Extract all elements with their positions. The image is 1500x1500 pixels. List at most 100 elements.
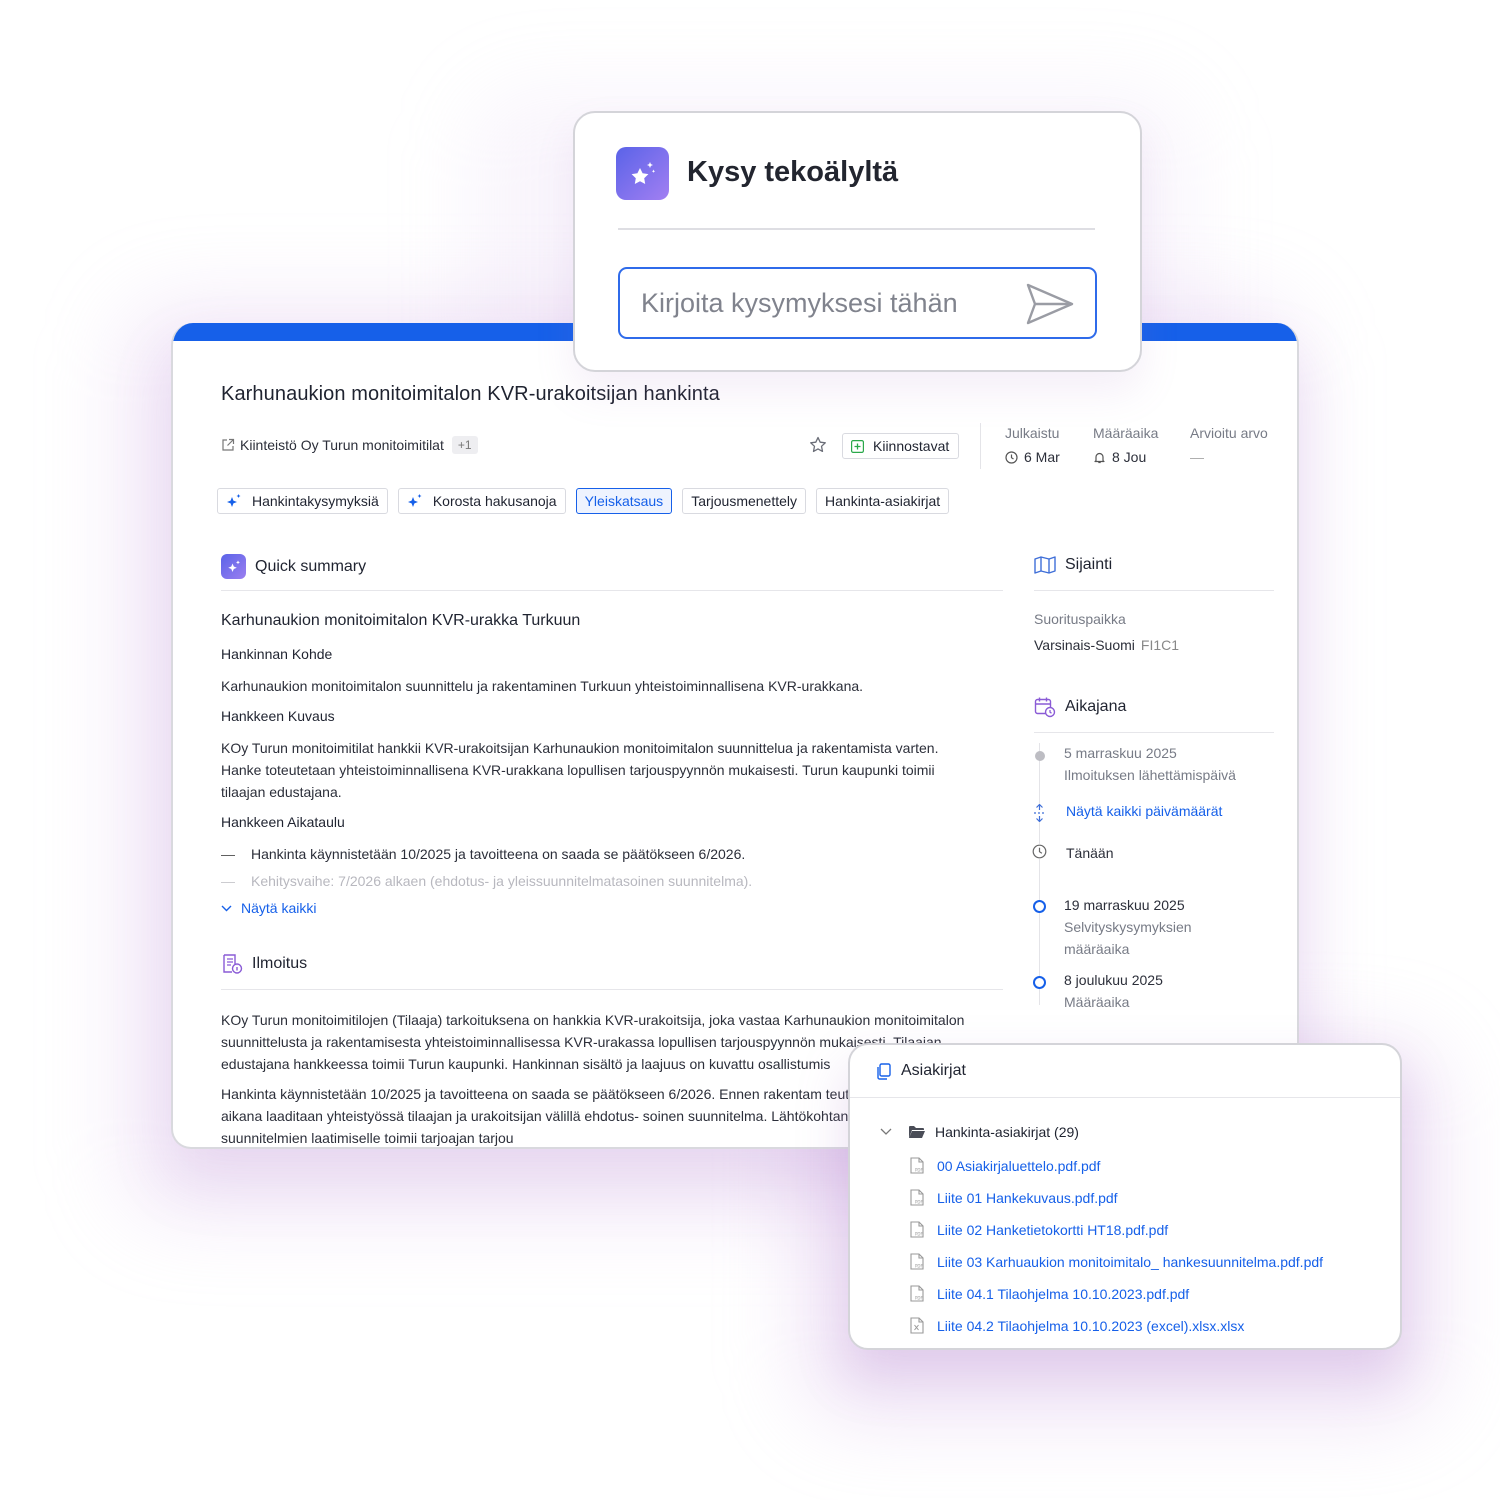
place-value: Varsinais-Suomi FI1C1 bbox=[1034, 637, 1179, 653]
timeline-ring bbox=[1033, 976, 1046, 989]
folder-open-icon bbox=[909, 1126, 925, 1138]
tab-bar: Hankintakysymyksiä Korosta hakusanoja Yl… bbox=[217, 488, 950, 514]
document-item[interactable]: PDF Liite 01 Hankekuvaus.pdf.pdf bbox=[910, 1189, 1118, 1206]
sparkle-icon bbox=[407, 494, 422, 507]
quick-summary-title: Quick summary bbox=[255, 557, 367, 575]
timeline-item: 5 marraskuu 2025 Ilmoituksen lähettämisp… bbox=[1064, 742, 1236, 786]
timeline-date: 8 joulukuu 2025 bbox=[1064, 972, 1163, 988]
estimated-value-label: Arvioitu arvo bbox=[1190, 425, 1268, 441]
ask-ai-input-box bbox=[618, 267, 1097, 339]
section-divider bbox=[221, 590, 1003, 591]
clock-icon bbox=[1005, 450, 1018, 464]
deadline-value: 8 Jou bbox=[1112, 449, 1147, 465]
buyer-link[interactable]: Kiinteistö Oy Turun monitoimitilat +1 bbox=[221, 436, 478, 454]
expand-vertical-icon bbox=[1033, 804, 1046, 822]
interesting-label: Kiinnostavat bbox=[873, 438, 950, 454]
timeline-date: 5 marraskuu 2025 bbox=[1064, 745, 1177, 761]
ask-ai-input[interactable] bbox=[641, 287, 1011, 319]
timeline-item: 19 marraskuu 2025 Selvityskysymyksien mä… bbox=[1064, 894, 1224, 960]
folder-name: Hankinta-asiakirjat (29) bbox=[935, 1124, 1079, 1140]
place-label: Suorituspaikka bbox=[1034, 611, 1126, 627]
estimated-value-meta: Arvioitu arvo — bbox=[1190, 425, 1268, 465]
document-item[interactable]: Liite 04.2 Tilaohjelma 10.10.2023 (excel… bbox=[910, 1317, 1244, 1334]
document-name: Liite 03 Karhuaukion monitoimitalo_ hank… bbox=[937, 1253, 1324, 1270]
document-item[interactable]: PDF 00 Asiakirjaluettelo.pdf.pdf bbox=[910, 1157, 1100, 1174]
timeline-label: Selvityskysymyksien määräaika bbox=[1064, 919, 1192, 957]
svg-text:PDF: PDF bbox=[915, 1168, 923, 1173]
pdf-file-icon: PDF bbox=[910, 1189, 924, 1206]
show-all-link[interactable]: Näytä kaikki bbox=[221, 900, 316, 916]
add-square-icon bbox=[851, 439, 864, 453]
subject-heading: Hankinnan Kohde bbox=[221, 646, 333, 662]
tab-label: Yleiskatsaus bbox=[584, 493, 664, 509]
svg-text:PDF: PDF bbox=[915, 1232, 923, 1237]
schedule-item-text: Kehitysvaihe: 7/2026 alkaen (ehdotus- ja… bbox=[251, 873, 753, 889]
tab-tender-procedure[interactable]: Tarjousmenettely bbox=[682, 488, 807, 514]
section-divider bbox=[1034, 732, 1274, 733]
document-name: Liite 02 Hanketietokortti HT18.pdf.pdf bbox=[937, 1221, 1169, 1238]
document-item[interactable]: PDF Liite 03 Karhuaukion monitoimitalo_ … bbox=[910, 1253, 1323, 1270]
pdf-file-icon: PDF bbox=[910, 1253, 924, 1270]
favorite-star-icon[interactable] bbox=[808, 435, 828, 455]
timeline-label: Määräaika bbox=[1064, 994, 1130, 1010]
section-divider bbox=[221, 989, 1003, 990]
sparkle-star-icon bbox=[616, 147, 669, 200]
tab-label: Hankintakysymyksiä bbox=[252, 493, 379, 509]
pdf-file-icon: PDF bbox=[910, 1285, 924, 1302]
external-link-icon bbox=[222, 438, 235, 451]
documents-card: Asiakirjat Hankinta-asiakirjat (29) PDF … bbox=[848, 1043, 1402, 1350]
meta-divider bbox=[980, 423, 981, 469]
sparkle-icon bbox=[227, 494, 241, 507]
send-icon[interactable] bbox=[1025, 282, 1075, 326]
show-all-label: Näytä kaikki bbox=[241, 900, 317, 916]
spreadsheet-file-icon bbox=[910, 1317, 924, 1334]
pdf-file-icon: PDF bbox=[910, 1221, 924, 1238]
map-icon bbox=[1034, 556, 1056, 574]
document-name: 00 Asiakirjaluettelo.pdf.pdf bbox=[937, 1157, 1101, 1174]
notice-title: Ilmoitus bbox=[252, 955, 308, 972]
schedule-heading: Hankkeen Aikataulu bbox=[221, 814, 345, 830]
calendar-clock-icon bbox=[1034, 697, 1056, 718]
published-label: Julkaistu bbox=[1005, 425, 1060, 441]
document-item[interactable]: PDF Liite 02 Hanketietokortti HT18.pdf.p… bbox=[910, 1221, 1168, 1238]
interesting-button[interactable]: Kiinnostavat bbox=[842, 433, 960, 459]
tab-label: Tarjousmenettely bbox=[691, 493, 798, 509]
section-divider bbox=[1034, 590, 1274, 591]
documents-heading: Asiakirjat bbox=[876, 1062, 966, 1080]
ask-ai-divider bbox=[618, 228, 1095, 230]
tab-label: Korosta hakusanoja bbox=[432, 493, 557, 509]
schedule-item-text: Hankinta käynnistetään 10/2025 ja tavoit… bbox=[251, 846, 746, 862]
timeline-line bbox=[1039, 743, 1040, 1005]
copy-documents-icon bbox=[877, 1062, 891, 1080]
svg-text:PDF: PDF bbox=[915, 1264, 923, 1269]
document-name: Liite 01 Hankekuvaus.pdf.pdf bbox=[937, 1189, 1118, 1206]
summary-title: Karhunaukion monitoimitalon KVR-urakka T… bbox=[221, 612, 581, 629]
folder-row[interactable]: Hankinta-asiakirjat (29) bbox=[880, 1124, 1079, 1140]
svg-text:PDF: PDF bbox=[915, 1200, 923, 1205]
show-all-dates-link[interactable]: Näytä kaikki päivämäärät bbox=[1066, 803, 1222, 819]
procurement-title: Karhunaukion monitoimitalon KVR-urakoits… bbox=[221, 383, 720, 405]
tab-procurement-documents[interactable]: Hankinta-asiakirjat bbox=[816, 488, 950, 514]
timeline-dot bbox=[1035, 751, 1045, 761]
tab-highlight-keywords[interactable]: Korosta hakusanoja bbox=[397, 488, 566, 514]
documents-divider bbox=[850, 1097, 1400, 1098]
chevron-down-icon bbox=[221, 905, 232, 911]
timeline-ring bbox=[1033, 900, 1046, 913]
timeline-title: Aikajana bbox=[1065, 698, 1127, 715]
timeline-label: Ilmoituksen lähettämispäivä bbox=[1064, 767, 1236, 783]
buyer-name: Kiinteistö Oy Turun monitoimitilat bbox=[240, 437, 444, 453]
document-item[interactable]: PDF Liite 04.1 Tilaohjelma 10.10.2023.pd… bbox=[910, 1285, 1189, 1302]
timeline-heading: Aikajana bbox=[1034, 696, 1126, 718]
buyer-more-badge[interactable]: +1 bbox=[451, 436, 478, 454]
ask-ai-card: Kysy tekoälyltä bbox=[573, 111, 1142, 372]
published-value: 6 Mar bbox=[1024, 449, 1060, 465]
notice-heading: Ilmoitus bbox=[221, 953, 307, 975]
tab-procurement-questions[interactable]: Hankintakysymyksiä bbox=[217, 488, 388, 514]
tab-overview[interactable]: Yleiskatsaus bbox=[575, 488, 673, 514]
description-heading: Hankkeen Kuvaus bbox=[221, 708, 335, 724]
documents-title: Asiakirjat bbox=[901, 1062, 966, 1079]
deadline-meta: Määräaika 8 Jou bbox=[1093, 425, 1158, 465]
timeline-item: 8 joulukuu 2025 Määräaika bbox=[1064, 969, 1163, 1013]
subject-text: Karhunaukion monitoimitalon suunnittelu … bbox=[221, 678, 864, 694]
deadline-label: Määräaika bbox=[1093, 425, 1159, 441]
